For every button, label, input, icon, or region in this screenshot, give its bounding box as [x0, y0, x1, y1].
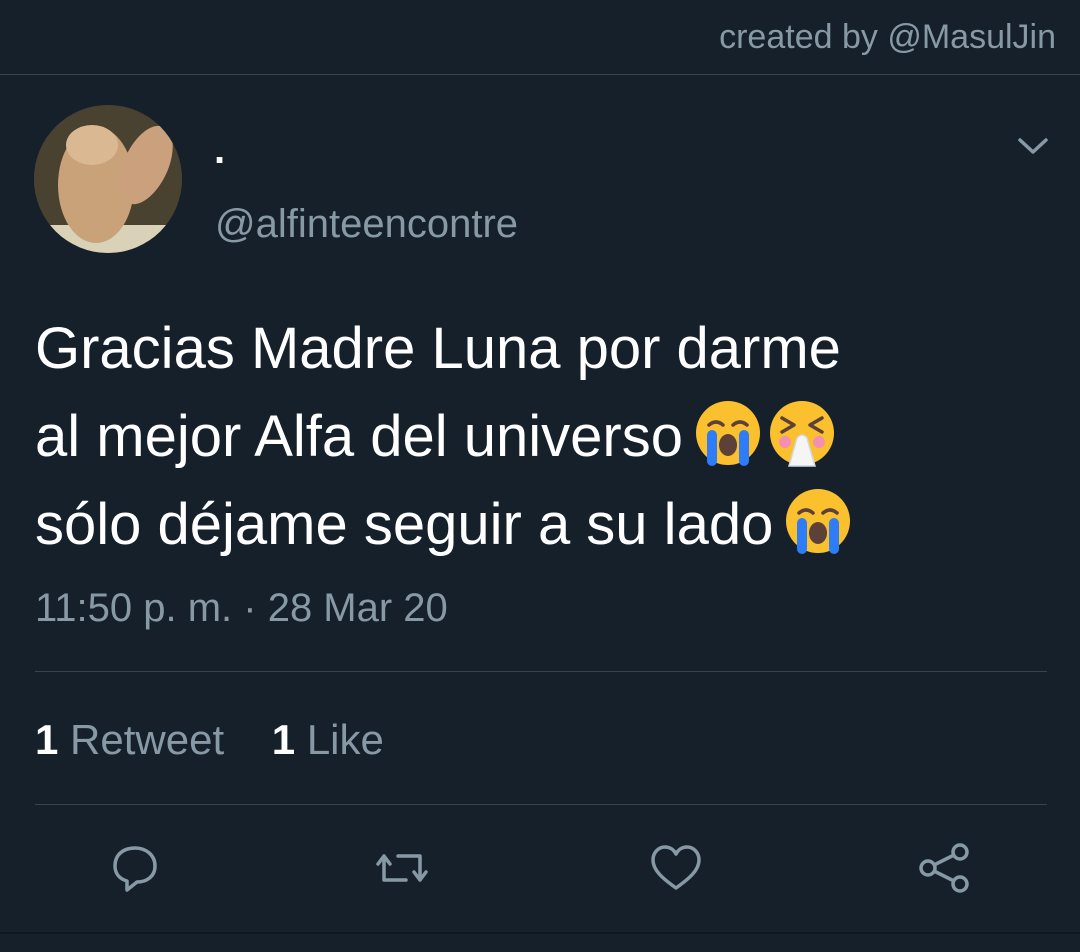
avatar[interactable] [34, 105, 182, 253]
tweet-text: Gracias Madre Luna por darme al mejor Al… [35, 305, 1045, 569]
tweet-text-segment: sólo déjame seguir a su lado [35, 492, 774, 557]
loudly-crying-face-icon [786, 489, 851, 554]
like-label: Like [306, 716, 384, 763]
divider [35, 671, 1047, 672]
like-count: 1 [271, 716, 296, 763]
retweet-stat[interactable]: 1 Retweet [35, 716, 224, 763]
sneezing-face-icon [770, 401, 834, 467]
chevron-down-icon[interactable] [1016, 134, 1050, 158]
loudly-crying-face-icon [696, 401, 760, 466]
tweet-text-line: sólo déjame seguir a su lado [35, 481, 1045, 569]
retweet-count: 1 [35, 716, 59, 763]
bottom-border [0, 932, 1080, 934]
tweet-timestamp[interactable]: 11:50 p. m. · 28 Mar 20 [35, 586, 448, 631]
like-stat[interactable]: 1 Like [272, 716, 384, 763]
tweet-text-segment: al mejor Alfa del universo [35, 404, 683, 469]
display-name[interactable]: . [214, 128, 225, 173]
tweet-stats: 1 Retweet 1 Like [35, 716, 420, 764]
reply-icon[interactable] [107, 840, 163, 896]
tweet-text-line: Gracias Madre Luna por darme [35, 316, 841, 381]
divider [35, 804, 1047, 805]
retweet-label: Retweet [70, 716, 225, 763]
creator-credit: created by @MasulJin [719, 18, 1056, 56]
like-icon[interactable] [648, 840, 704, 896]
avatar-photo [34, 105, 182, 253]
share-icon[interactable] [916, 840, 972, 896]
user-handle[interactable]: @alfinteencontre [215, 202, 518, 247]
tweet-text-line: al mejor Alfa del universo [35, 393, 1045, 481]
retweet-icon[interactable] [374, 840, 430, 896]
credit-bar: created by @MasulJin [0, 0, 1080, 75]
